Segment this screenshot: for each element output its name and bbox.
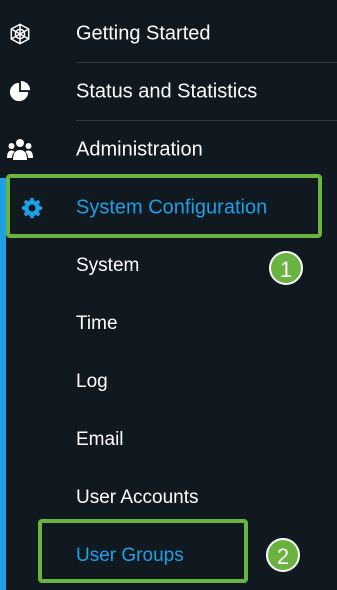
- sub-item-label: Email: [76, 429, 124, 450]
- nav-item-label: Administration: [76, 138, 203, 161]
- nav-item-administration[interactable]: Administration: [0, 121, 337, 179]
- sub-item-label: Time: [76, 313, 118, 334]
- nav-item-label: Status and Statistics: [76, 80, 258, 103]
- sub-item-label: User Accounts: [76, 487, 199, 508]
- nav-item-getting-started[interactable]: Getting Started: [0, 5, 337, 63]
- sub-item-label: System: [76, 255, 140, 276]
- highlight-system-configuration: [6, 174, 322, 238]
- sub-item-email[interactable]: Email: [0, 411, 337, 469]
- step-badge-1: 1: [269, 251, 303, 285]
- sub-item-label: Log: [76, 371, 108, 392]
- highlight-user-groups: [38, 519, 248, 583]
- navigation-menu: Getting Started Status and Statistics Ad…: [0, 0, 337, 590]
- step-badge-2: 2: [266, 538, 300, 572]
- sub-item-time[interactable]: Time: [0, 295, 337, 353]
- sub-item-log[interactable]: Log: [0, 353, 337, 411]
- nav-item-label: Getting Started: [76, 22, 211, 45]
- pie-chart-icon: [9, 81, 31, 102]
- nav-item-status-and-statistics[interactable]: Status and Statistics: [0, 63, 337, 121]
- users-icon: [7, 139, 33, 160]
- globe-icon: [10, 23, 30, 45]
